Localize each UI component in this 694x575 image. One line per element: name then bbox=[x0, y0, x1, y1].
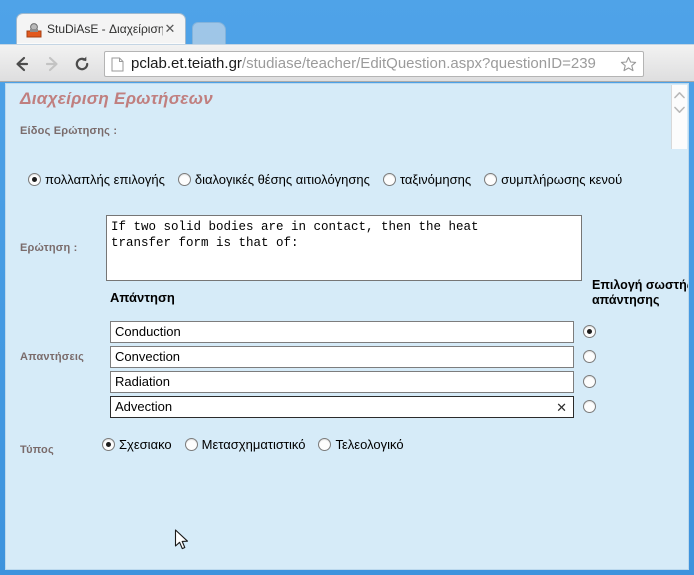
answer-row: Conduction bbox=[110, 319, 600, 344]
correct-answer-radio-3[interactable] bbox=[583, 400, 596, 413]
question-type-option-label: Τελεολογικό bbox=[335, 437, 404, 452]
correct-answer-column-header: Επιλογή σωστής απάντησης bbox=[592, 278, 689, 307]
question-type-option-label: Μετασχηματιστικό bbox=[201, 437, 306, 452]
answers-list: Conduction Convection Radiation Advection ✕ bbox=[110, 319, 600, 419]
radio-button-icon[interactable] bbox=[102, 438, 115, 451]
browser-tab-active[interactable]: StuDiAsE - Διαχείριση Ερω ✕ bbox=[16, 13, 186, 44]
back-icon[interactable] bbox=[8, 51, 36, 77]
close-icon[interactable]: ✕ bbox=[163, 22, 177, 36]
answer-row: Advection ✕ bbox=[110, 394, 600, 419]
textarea-scroll-indicators[interactable] bbox=[671, 85, 687, 149]
label-question: Ερώτηση : bbox=[20, 242, 78, 254]
question-type-option-0[interactable]: Σχεσιακο bbox=[102, 437, 172, 452]
radio-button-icon[interactable] bbox=[28, 173, 41, 186]
page-viewport: Διαχείριση Ερωτήσεων Είδος Ερώτησης : πο… bbox=[5, 83, 689, 570]
question-kind-option-2[interactable]: ταξινόμησης bbox=[382, 172, 472, 187]
page-title: Διαχείριση Ερωτήσεων bbox=[20, 89, 213, 108]
question-kind-radio-group[interactable]: πολλαπλής επιλογής διαλογικές θέσης αιτιο… bbox=[28, 172, 622, 187]
correct-answer-radio-2[interactable] bbox=[583, 375, 596, 388]
browser-toolbar: pclab.et.teiath.gr/studiase/teacher/Edit… bbox=[0, 44, 694, 82]
answer-row: Convection bbox=[110, 344, 600, 369]
question-type-option-1[interactable]: Μετασχηματιστικό bbox=[184, 437, 306, 452]
question-kind-option-0[interactable]: πολλαπλής επιλογής bbox=[28, 172, 165, 187]
question-kind-option-label: πολλαπλής επιλογής bbox=[45, 172, 165, 187]
bookmark-star-icon[interactable] bbox=[617, 53, 639, 75]
question-kind-option-3[interactable]: συμπλήρωσης κενού bbox=[484, 172, 622, 187]
clear-input-icon[interactable]: ✕ bbox=[556, 400, 567, 416]
new-tab-button[interactable] bbox=[192, 22, 226, 44]
answer-input-3[interactable]: Advection ✕ bbox=[110, 395, 574, 418]
question-kind-option-label: συμπλήρωσης κενού bbox=[501, 172, 623, 187]
tab-title: StuDiAsE - Διαχείριση Ερω bbox=[47, 22, 163, 36]
question-type-option-2[interactable]: Τελεολογικό bbox=[318, 437, 404, 452]
question-textarea[interactable]: If two solid bodies are in contact, then… bbox=[106, 215, 582, 281]
page-document-icon bbox=[111, 57, 124, 71]
answers-column-header: Απάντηση bbox=[110, 290, 175, 305]
question-kind-option-1[interactable]: διαλογικές θέσης αιτιολόγησης bbox=[177, 172, 370, 187]
radio-button-icon[interactable] bbox=[318, 438, 332, 451]
answer-input-0[interactable]: Conduction bbox=[110, 320, 574, 343]
answer-input-2[interactable]: Radiation bbox=[110, 370, 574, 393]
tab-strip: StuDiAsE - Διαχείριση Ερω ✕ bbox=[0, 0, 694, 44]
question-type-radio-group[interactable]: Σχεσιακο Μετασχηματιστικό Τελεολογικό bbox=[102, 437, 404, 452]
studiase-favicon bbox=[26, 23, 42, 38]
answer-input-1[interactable]: Convection bbox=[110, 345, 574, 368]
label-type: Τύπος bbox=[20, 444, 54, 456]
reload-icon[interactable] bbox=[68, 51, 96, 77]
radio-button-icon[interactable] bbox=[484, 173, 498, 186]
address-bar[interactable]: pclab.et.teiath.gr/studiase/teacher/Edit… bbox=[104, 51, 644, 77]
radio-button-icon[interactable] bbox=[184, 438, 198, 451]
chevron-down-icon[interactable] bbox=[674, 106, 685, 114]
radio-button-icon[interactable] bbox=[382, 173, 396, 186]
label-question-kind: Είδος Ερώτησης : bbox=[20, 125, 118, 137]
browser-window: StuDiAsE - Διαχείριση Ερω ✕ bbox=[0, 0, 694, 575]
chevron-up-icon[interactable] bbox=[674, 91, 685, 99]
url-text: pclab.et.teiath.gr/studiase/teacher/Edit… bbox=[131, 55, 596, 72]
answer-row: Radiation bbox=[110, 369, 600, 394]
question-kind-option-label: διαλογικές θέσης αιτιολόγησης bbox=[194, 172, 370, 187]
correct-answer-radio-1[interactable] bbox=[583, 350, 596, 363]
forward-icon[interactable] bbox=[38, 51, 66, 77]
label-answers: Απαντήσεις bbox=[20, 351, 85, 363]
correct-answer-radio-0[interactable] bbox=[583, 325, 596, 338]
radio-button-icon[interactable] bbox=[177, 173, 191, 186]
question-kind-option-label: ταξινόμησης bbox=[399, 172, 472, 187]
question-type-option-label: Σχεσιακο bbox=[119, 437, 172, 452]
